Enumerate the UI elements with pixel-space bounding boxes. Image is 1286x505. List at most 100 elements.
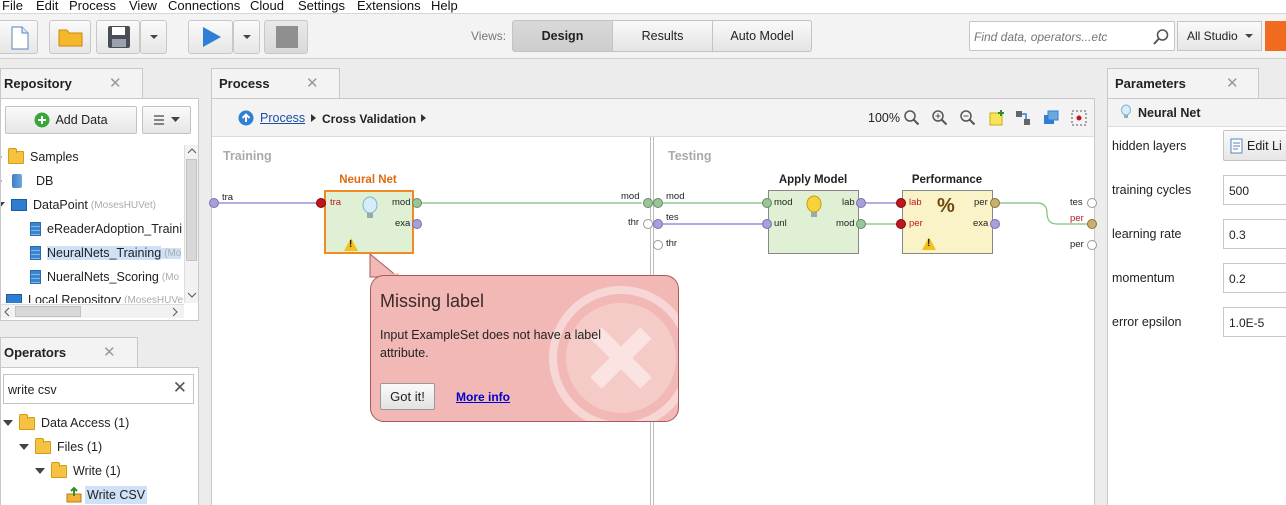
clear-icon[interactable]: ✕	[173, 378, 187, 398]
all-studio-dropdown[interactable]: All Studio	[1177, 21, 1262, 51]
menu-extensions[interactable]: Extensions	[357, 0, 421, 13]
performance-input-port[interactable]	[896, 219, 906, 229]
scroll-up-icon[interactable]	[185, 145, 199, 157]
repo-item-samples[interactable]: Samples	[1, 146, 79, 168]
warning-icon[interactable]	[922, 237, 936, 250]
close-icon[interactable]: ✕	[1226, 74, 1239, 92]
apply-model-model-input-port[interactable]	[762, 198, 772, 208]
testing-set-source-port[interactable]	[653, 219, 663, 229]
repository-vertical-scrollbar[interactable]	[184, 145, 198, 303]
expand-icon[interactable]	[1, 177, 2, 185]
apply-model-unlabelled-input-port[interactable]	[762, 219, 772, 229]
close-icon[interactable]: ✕	[109, 74, 122, 92]
learning-rate-input[interactable]: 0.3	[1223, 219, 1286, 249]
operator-group-write[interactable]: Write (1)	[35, 460, 121, 482]
run-dropdown-button[interactable]	[233, 20, 260, 54]
zoom-fit-icon[interactable]	[903, 109, 921, 127]
view-results-button[interactable]: Results	[612, 20, 713, 52]
apply-model-model-output-port[interactable]	[856, 219, 866, 229]
save-dropdown-button[interactable]	[140, 20, 167, 54]
performance-labelled-input-port[interactable]	[896, 198, 906, 208]
zoom-in-icon[interactable]	[931, 109, 949, 127]
operator-write-csv[interactable]: Write CSV	[66, 484, 148, 505]
testing-model-source-port[interactable]	[653, 198, 663, 208]
performance-sink-port-2[interactable]	[1087, 240, 1097, 250]
operator-group-data-access[interactable]: Data Access (1)	[3, 412, 129, 434]
collapse-icon[interactable]	[19, 444, 29, 450]
repository-menu-button[interactable]	[142, 106, 191, 134]
menu-settings[interactable]: Settings	[298, 0, 345, 13]
view-design-button[interactable]: Design	[512, 20, 613, 52]
testing-threshold-source-port[interactable]	[653, 240, 663, 250]
operator-search-field[interactable]: write csv ✕	[3, 374, 194, 404]
performance-sink-port[interactable]	[1087, 219, 1097, 229]
scroll-down-icon[interactable]	[185, 289, 199, 301]
repo-item-ereader[interactable]: eReaderAdoption_Traini	[30, 218, 182, 240]
breadcrumb-process-link[interactable]: Process	[260, 111, 305, 125]
add-note-icon[interactable]	[988, 109, 1006, 127]
account-button[interactable]	[1265, 21, 1286, 51]
training-cycles-input[interactable]: 500	[1223, 175, 1286, 205]
menu-file[interactable]: File	[2, 0, 23, 13]
collapse-icon[interactable]	[35, 468, 45, 474]
testing-sink-port[interactable]	[1087, 198, 1097, 208]
repo-item-local-repository[interactable]: Local Repository (MosesHUVe	[1, 289, 183, 303]
training-model-sink-port[interactable]	[643, 198, 653, 208]
tab-process[interactable]: Process ✕	[211, 68, 340, 99]
tab-operators[interactable]: Operators ✕	[0, 337, 138, 368]
neural-net-model-output-port[interactable]	[412, 198, 422, 208]
open-process-button[interactable]	[49, 20, 91, 54]
breadcrumb-cross-validation[interactable]: Cross Validation	[322, 112, 416, 126]
close-icon[interactable]: ✕	[103, 343, 116, 361]
repo-item-neuralnets-training[interactable]: NeuralNets_Training (Mo	[30, 242, 182, 264]
menu-process[interactable]: Process	[69, 0, 116, 13]
collapse-icon[interactable]	[3, 420, 13, 426]
scroll-right-icon[interactable]	[169, 305, 181, 319]
more-info-link[interactable]: More info	[456, 390, 510, 404]
save-process-button[interactable]	[96, 20, 140, 54]
tab-parameters[interactable]: Parameters ✕	[1107, 68, 1259, 99]
close-icon[interactable]: ✕	[306, 74, 319, 92]
stop-process-button[interactable]	[264, 20, 308, 54]
menu-view[interactable]: View	[129, 0, 157, 13]
performance-output-port[interactable]	[990, 198, 1000, 208]
scroll-thumb[interactable]	[15, 306, 81, 317]
repo-item-datapoint[interactable]: DataPoint (MosesHUVet)	[1, 194, 156, 216]
search-icon[interactable]	[1152, 28, 1170, 46]
repo-item-nueralnets-scoring[interactable]: NueralNets_Scoring (Mo	[30, 266, 179, 288]
neural-net-input-port[interactable]	[316, 198, 326, 208]
global-search[interactable]	[969, 21, 1175, 51]
menu-edit[interactable]: Edit	[36, 0, 58, 13]
new-process-button[interactable]	[0, 20, 38, 54]
process-input-port[interactable]	[209, 198, 219, 208]
warning-icon[interactable]	[344, 238, 358, 251]
scroll-thumb[interactable]	[186, 159, 197, 261]
add-data-button[interactable]: Add Data	[5, 106, 137, 134]
run-process-button[interactable]	[188, 20, 233, 54]
arrange-icon[interactable]	[1042, 109, 1060, 127]
training-threshold-sink-port[interactable]	[643, 219, 653, 229]
apply-model-labelled-output-port[interactable]	[856, 198, 866, 208]
fit-to-screen-icon[interactable]	[1070, 109, 1088, 127]
performance-example-output-port[interactable]	[990, 219, 1000, 229]
edit-list-button[interactable]: Edit Li	[1223, 130, 1286, 161]
repository-horizontal-scrollbar[interactable]	[1, 304, 184, 318]
operator-group-files[interactable]: Files (1)	[19, 436, 102, 458]
up-arrow-icon[interactable]	[238, 110, 254, 126]
expand-icon[interactable]	[1, 153, 2, 161]
tab-repository[interactable]: Repository ✕	[0, 68, 143, 99]
got-it-button[interactable]: Got it!	[380, 383, 435, 410]
neural-net-example-output-port[interactable]	[412, 219, 422, 229]
collapse-icon[interactable]	[1, 202, 5, 208]
error-epsilon-input[interactable]: 1.0E-5	[1223, 307, 1286, 337]
momentum-input[interactable]: 0.2	[1223, 263, 1286, 293]
scroll-left-icon[interactable]	[1, 305, 13, 319]
auto-wire-icon[interactable]	[1014, 109, 1032, 127]
menu-cloud[interactable]: Cloud	[250, 0, 284, 13]
zoom-out-icon[interactable]	[959, 109, 977, 127]
menu-help[interactable]: Help	[431, 0, 458, 13]
global-search-input[interactable]	[974, 24, 1144, 50]
repo-item-db[interactable]: DB	[1, 170, 53, 192]
menu-connections[interactable]: Connections	[168, 0, 240, 13]
view-auto-model-button[interactable]: Auto Model	[712, 20, 812, 52]
